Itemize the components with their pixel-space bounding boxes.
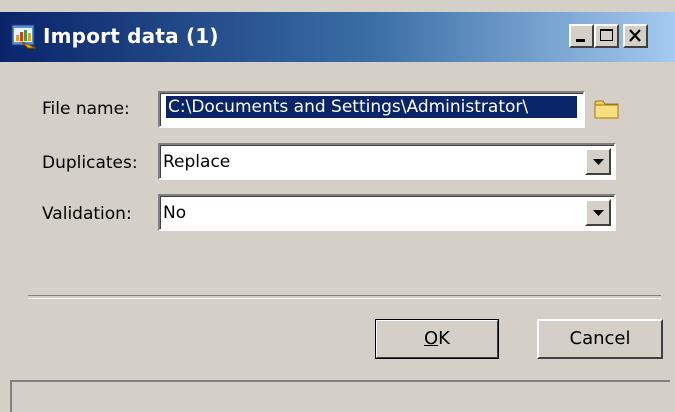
folder-icon (594, 100, 619, 119)
ok-label-rest: K (438, 328, 450, 349)
browse-folder-button[interactable] (592, 94, 622, 122)
duplicates-combobox[interactable]: Replace (158, 143, 616, 180)
maximize-button[interactable] (594, 24, 619, 48)
minimize-button[interactable] (569, 24, 594, 48)
validation-label: Validation: (42, 204, 132, 224)
duplicates-value: Replace (163, 152, 231, 172)
ok-mnemonic: O (424, 328, 439, 349)
import-data-icon (10, 22, 38, 50)
separator (28, 295, 661, 299)
maximize-icon (600, 29, 613, 41)
cancel-button[interactable]: Cancel (537, 319, 663, 359)
file-name-field[interactable]: C:\Documents and Settings\Administrator\ (158, 91, 585, 128)
validation-combobox[interactable]: No (158, 194, 616, 231)
window-title: Import data (1) (43, 24, 219, 48)
chevron-down-icon (593, 210, 604, 216)
validation-value: No (163, 203, 187, 223)
minimize-icon (576, 39, 585, 42)
duplicates-label: Duplicates: (42, 153, 138, 173)
validation-dropdown-button[interactable] (585, 199, 611, 226)
import-data-dialog: Import data (1) File name: C:\Documents … (0, 0, 675, 412)
file-name-value: C:\Documents and Settings\Administrator\ (166, 96, 577, 118)
title-bar[interactable]: Import data (1) (0, 12, 675, 62)
close-button[interactable] (623, 24, 648, 48)
ok-button[interactable]: OK (375, 319, 499, 359)
close-icon (629, 29, 641, 42)
status-bar (10, 380, 670, 412)
file-name-label: File name: (42, 99, 130, 119)
duplicates-dropdown-button[interactable] (585, 148, 611, 175)
chevron-down-icon (593, 159, 604, 165)
